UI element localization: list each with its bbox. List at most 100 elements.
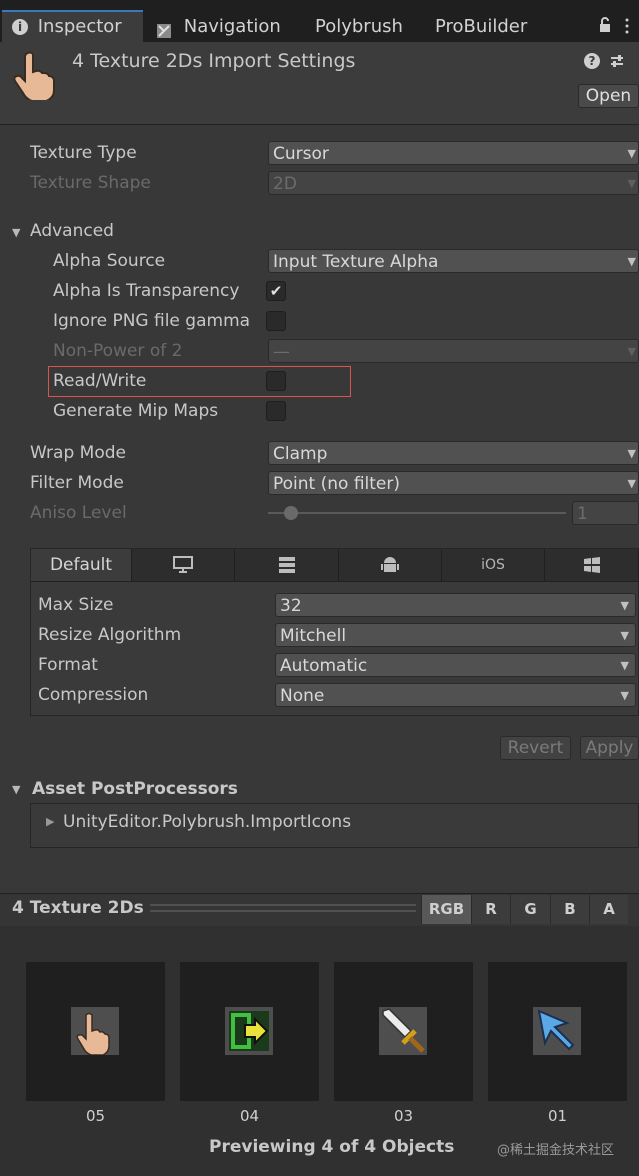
settings-sliders-icon[interactable] bbox=[609, 53, 625, 74]
thumbnail-label: 03 bbox=[393, 1107, 414, 1125]
texture-asset-icon bbox=[12, 50, 56, 105]
dropdown-caret-icon: ▼ bbox=[620, 599, 629, 612]
dropdown-value: Input Texture Alpha bbox=[273, 252, 439, 272]
tab-label: ProBuilder bbox=[435, 16, 528, 37]
dropdown-caret-icon: ▼ bbox=[627, 177, 636, 190]
thumbnail-04[interactable] bbox=[180, 962, 319, 1101]
monitor-icon bbox=[173, 556, 193, 573]
hand-cursor-icon bbox=[71, 1007, 119, 1056]
platform-tab-server[interactable] bbox=[235, 549, 339, 581]
postprocessor-item[interactable]: UnityEditor.Polybrush.ImportIcons bbox=[63, 812, 351, 832]
platform-tab-windows[interactable] bbox=[545, 549, 639, 581]
advanced-foldout-label[interactable]: Advanced bbox=[30, 221, 114, 241]
alpha-is-transparency-checkbox[interactable]: ✔ bbox=[266, 281, 286, 301]
windows-icon bbox=[583, 557, 601, 573]
filter-mode-dropdown[interactable]: Point (no filter) ▼ bbox=[268, 471, 639, 495]
channel-rgb-button[interactable]: RGB bbox=[421, 895, 471, 924]
dropdown-value: 32 bbox=[280, 596, 302, 616]
texture-shape-dropdown: 2D ▼ bbox=[268, 171, 639, 195]
sword-icon bbox=[379, 1007, 427, 1055]
apply-button[interactable]: Apply bbox=[580, 736, 639, 760]
tab-inspector[interactable]: i Inspector bbox=[2, 10, 143, 42]
android-icon bbox=[381, 557, 399, 573]
info-icon: i bbox=[12, 19, 28, 35]
tabbar-dark-blocks bbox=[295, 0, 639, 6]
input-value: 1 bbox=[577, 504, 588, 524]
generate-mip-maps-checkbox[interactable] bbox=[266, 401, 286, 421]
generate-mip-maps-label: Generate Mip Maps bbox=[53, 401, 219, 421]
non-power-of-2-dropdown: — ▼ bbox=[268, 339, 639, 363]
kebab-menu-icon[interactable] bbox=[625, 18, 629, 34]
postprocessor-expand-icon[interactable]: ▶ bbox=[46, 815, 54, 828]
thumbnail-label: 04 bbox=[239, 1107, 260, 1125]
tab-polybrush[interactable]: Polybrush bbox=[315, 12, 403, 42]
dropdown-value: Point (no filter) bbox=[273, 474, 401, 494]
alpha-source-dropdown[interactable]: Input Texture Alpha ▼ bbox=[268, 249, 639, 273]
thumbnail-01[interactable] bbox=[488, 962, 627, 1101]
dropdown-value: Clamp bbox=[273, 444, 328, 464]
dropdown-value: Mitchell bbox=[280, 626, 347, 646]
channel-r-button[interactable]: R bbox=[471, 895, 510, 924]
aniso-level-slider-handle bbox=[284, 506, 298, 520]
tab-probuilder[interactable]: ProBuilder bbox=[435, 12, 527, 42]
dropdown-value: — bbox=[273, 342, 290, 362]
channel-g-button[interactable]: G bbox=[510, 895, 550, 924]
preview-status: Previewing 4 of 4 Objects bbox=[209, 1137, 455, 1157]
platform-tab-android[interactable] bbox=[339, 549, 442, 581]
postprocessors-title[interactable]: Asset PostProcessors bbox=[32, 779, 238, 799]
postprocessors-foldout-icon[interactable]: ▼ bbox=[12, 783, 20, 796]
alpha-is-transparency-label: Alpha Is Transparency bbox=[53, 281, 240, 301]
aniso-level-slider-track bbox=[268, 512, 566, 514]
tab-label: Inspector bbox=[37, 16, 122, 37]
open-button[interactable]: Open bbox=[578, 84, 639, 108]
dropdown-caret-icon: ▼ bbox=[627, 147, 636, 160]
dropdown-value: 2D bbox=[273, 174, 297, 194]
platform-tab-standalone[interactable] bbox=[132, 549, 235, 581]
thumbnail-03[interactable] bbox=[334, 962, 473, 1101]
navigation-icon bbox=[156, 19, 172, 38]
dropdown-value: Cursor bbox=[273, 144, 329, 164]
preview-drag-handle[interactable] bbox=[150, 904, 416, 912]
compression-dropdown[interactable]: None ▼ bbox=[275, 683, 636, 707]
texture-type-dropdown[interactable]: Cursor ▼ bbox=[268, 141, 639, 165]
watermark: @稀土掘金技术社区 bbox=[497, 1143, 615, 1158]
platform-tab-default[interactable]: Default bbox=[31, 549, 132, 581]
read-write-label: Read/Write bbox=[53, 371, 147, 391]
max-size-dropdown[interactable]: 32 ▼ bbox=[275, 593, 636, 617]
wrap-mode-label: Wrap Mode bbox=[30, 443, 126, 463]
resize-algorithm-label: Resize Algorithm bbox=[38, 625, 182, 645]
advanced-foldout-icon[interactable]: ▼ bbox=[12, 226, 20, 239]
help-icon[interactable]: ? bbox=[584, 53, 600, 69]
checkmark-icon: ✔ bbox=[269, 282, 283, 300]
dropdown-caret-icon: ▼ bbox=[627, 477, 636, 490]
aniso-level-label: Aniso Level bbox=[30, 503, 127, 523]
non-power-of-2-label: Non-Power of 2 bbox=[53, 341, 183, 361]
tab-navigation[interactable]: Navigation bbox=[156, 12, 296, 42]
thumbnail-label: 05 bbox=[85, 1107, 106, 1125]
dropdown-caret-icon: ▼ bbox=[627, 447, 636, 460]
dropdown-caret-icon: ▼ bbox=[620, 629, 629, 642]
thumbnail-05[interactable] bbox=[26, 962, 165, 1101]
platform-tab-label: iOS bbox=[481, 557, 505, 573]
texture-type-label: Texture Type bbox=[30, 143, 137, 163]
channel-b-button[interactable]: B bbox=[550, 895, 589, 924]
revert-button[interactable]: Revert bbox=[500, 736, 571, 760]
read-write-checkbox[interactable] bbox=[266, 371, 286, 391]
dropdown-caret-icon: ▼ bbox=[620, 689, 629, 702]
wrap-mode-dropdown[interactable]: Clamp ▼ bbox=[268, 441, 639, 465]
dropdown-value: None bbox=[280, 686, 325, 706]
ignore-png-gamma-label: Ignore PNG file gamma bbox=[53, 311, 251, 331]
ignore-png-gamma-checkbox[interactable] bbox=[266, 311, 286, 331]
platform-tab-ios[interactable]: iOS bbox=[442, 549, 545, 581]
texture-shape-label: Texture Shape bbox=[30, 173, 151, 193]
resize-algorithm-dropdown[interactable]: Mitchell ▼ bbox=[275, 623, 636, 647]
alpha-source-label: Alpha Source bbox=[53, 251, 166, 271]
dropdown-caret-icon: ▼ bbox=[627, 345, 636, 358]
preview-title: 4 Texture 2Ds bbox=[12, 898, 144, 918]
page-title: 4 Texture 2Ds Import Settings bbox=[72, 50, 356, 72]
format-dropdown[interactable]: Automatic ▼ bbox=[275, 653, 636, 677]
lock-icon[interactable] bbox=[598, 16, 612, 39]
dropdown-caret-icon: ▼ bbox=[620, 659, 629, 672]
channel-a-button[interactable]: A bbox=[589, 895, 628, 924]
exit-door-icon bbox=[225, 1007, 273, 1055]
